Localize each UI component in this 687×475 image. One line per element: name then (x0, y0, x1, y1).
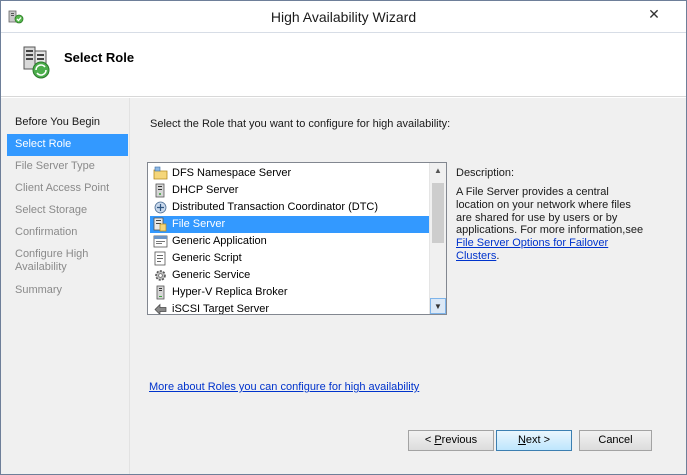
generic-script-icon (154, 251, 166, 266)
nav-step-summary: Summary (15, 284, 63, 296)
role-label: DFS Namespace Server (172, 167, 292, 179)
dhcp-server-icon (155, 183, 165, 198)
role-label: DHCP Server (172, 184, 239, 196)
role-listbox[interactable]: DFS Namespace Server DHCP Server Distrib… (147, 162, 447, 315)
nav-step-select-storage: Select Storage (15, 204, 88, 216)
role-label: Generic Service (172, 269, 251, 281)
next-mnemonic: N (517, 434, 526, 446)
role-item-generic-script[interactable]: Generic Script (150, 250, 430, 267)
title-bar: High Availability Wizard ✕ (1, 1, 686, 33)
previous-mnemonic: P (434, 434, 442, 446)
role-list-scrollbar[interactable]: ▲ ▼ (429, 163, 446, 314)
role-item-dhcp-server[interactable]: DHCP Server (150, 182, 430, 199)
role-item-generic-service[interactable]: Generic Service (150, 267, 430, 284)
close-button[interactable]: ✕ (644, 5, 664, 23)
next-rest: ext > (525, 434, 551, 446)
description-label: Description: (456, 167, 515, 179)
next-button[interactable]: Next > (496, 430, 572, 451)
nav-step-client-access-point: Client Access Point (15, 182, 110, 194)
wizard-header: Select Role (1, 34, 686, 97)
wizard-steps-nav: Before You Begin Select Role File Server… (7, 98, 129, 474)
description-end: . (496, 249, 500, 262)
cancel-button[interactable]: Cancel (579, 430, 652, 451)
previous-button[interactable]: < Previous (408, 430, 494, 451)
role-list: DFS Namespace Server DHCP Server Distrib… (150, 165, 430, 315)
wizard-body: Before You Begin Select Role File Server… (1, 98, 686, 474)
role-label: Hyper-V Replica Broker (172, 286, 288, 298)
role-item-file-server[interactable]: File Server (150, 216, 430, 233)
window-title: High Availability Wizard (270, 9, 417, 25)
description-text: A File Server provides a central locatio… (456, 186, 646, 263)
role-item-iscsi-target-server[interactable]: iSCSI Target Server (150, 301, 430, 315)
generic-application-icon (153, 235, 168, 248)
dtc-icon (154, 201, 167, 214)
role-item-generic-application[interactable]: Generic Application (150, 233, 430, 250)
scrollbar-thumb[interactable] (432, 183, 444, 243)
role-item-hyperv-replica-broker[interactable]: Hyper-V Replica Broker (150, 284, 430, 301)
previous-rest: revious (441, 434, 478, 446)
main-content: Select the Role that you want to configu… (129, 98, 686, 474)
scroll-up-arrow-icon[interactable]: ▲ (430, 163, 446, 179)
description-body: A File Server provides a central locatio… (456, 186, 644, 237)
file-server-icon (153, 217, 167, 232)
page-title: Select Role (64, 50, 135, 65)
dfs-namespace-icon (153, 166, 168, 180)
role-label: File Server (172, 218, 226, 230)
role-label: Generic Application (172, 235, 267, 247)
nav-step-confirmation: Confirmation (15, 226, 78, 238)
role-item-dtc[interactable]: Distributed Transaction Coordinator (DTC… (150, 199, 430, 216)
role-label: Distributed Transaction Coordinator (DTC… (172, 201, 379, 213)
nav-step-file-server-type: File Server Type (15, 160, 95, 172)
role-item-dfs-namespace-server[interactable]: DFS Namespace Server (150, 165, 430, 182)
generic-service-icon (155, 270, 166, 281)
role-label: iSCSI Target Server (172, 303, 270, 315)
scroll-down-arrow-icon[interactable]: ▼ (430, 298, 446, 314)
instruction-text: Select the Role that you want to configu… (150, 118, 451, 130)
more-about-roles-link[interactable]: More about Roles you can configure for h… (149, 381, 419, 393)
hyperv-replica-broker-icon (156, 285, 165, 300)
file-server-options-link[interactable]: File Server Options for Failover Cluster… (456, 237, 608, 262)
nav-step-before-you-begin[interactable]: Before You Begin (7, 112, 129, 134)
high-availability-wizard-window: High Availability Wizard ✕ Select Role B… (0, 0, 687, 475)
role-label: Generic Script (172, 252, 242, 264)
nav-step-select-role[interactable]: Select Role (7, 134, 128, 156)
iscsi-target-server-icon (154, 303, 167, 314)
nav-step-configure-high-availability: Configure High Availability (15, 248, 89, 273)
cluster-role-icon (23, 46, 50, 79)
previous-prefix: < (424, 434, 435, 446)
